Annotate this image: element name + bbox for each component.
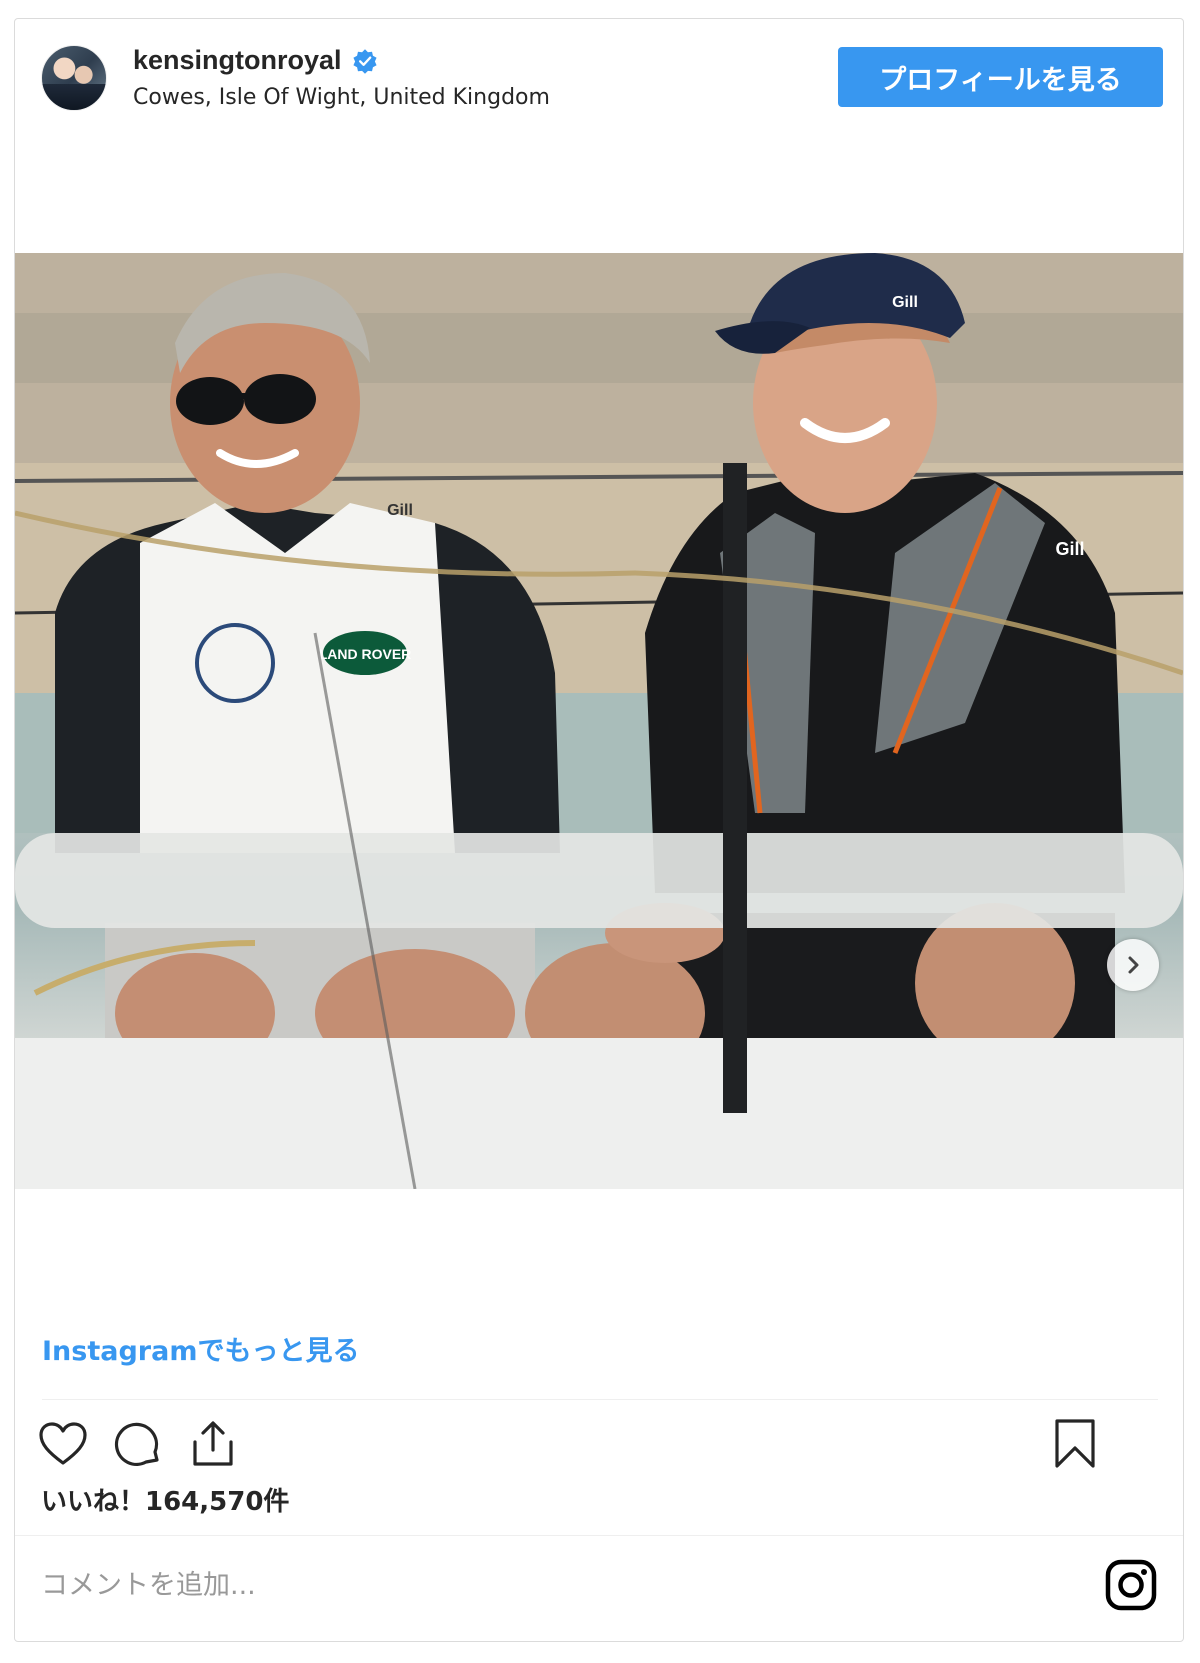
chevron-right-icon <box>1128 956 1139 974</box>
verified-badge-icon <box>352 48 377 74</box>
username-row: kensingtonroyal <box>133 45 378 76</box>
instagram-embed-card: kensingtonroyal Cowes, Isle Of Wight, Un… <box>14 18 1184 1642</box>
action-bar <box>35 1416 1165 1476</box>
view-more-on-instagram-link[interactable]: Instagramでもっと見る <box>42 1329 359 1368</box>
comment-input[interactable] <box>39 1559 1023 1611</box>
next-photo-button[interactable] <box>1107 939 1159 991</box>
instagram-logo-icon[interactable] <box>1105 1559 1157 1611</box>
jacket-gill-logo-text: Gill <box>1055 539 1084 559</box>
share-icon <box>193 1421 233 1466</box>
divider <box>15 1535 1183 1536</box>
divider <box>42 1399 1158 1400</box>
save-button[interactable] <box>1047 1416 1103 1472</box>
view-profile-button[interactable]: プロフィールを見る <box>838 47 1163 107</box>
vest-gill-logo-text: Gill <box>387 502 413 519</box>
post-header: kensingtonroyal Cowes, Isle Of Wight, Un… <box>15 19 1183 139</box>
post-photo[interactable]: LAND ROVER Gill Gill Gill <box>15 253 1183 1189</box>
like-button[interactable] <box>35 1416 91 1472</box>
share-button[interactable] <box>185 1416 241 1472</box>
location-label[interactable]: Cowes, Isle Of Wight, United Kingdom <box>133 85 550 110</box>
comment-bubble-icon <box>114 1422 159 1466</box>
cap-gill-logo-text: Gill <box>892 294 918 311</box>
comment-button[interactable] <box>110 1416 166 1472</box>
sailing-photo-illustration: LAND ROVER Gill Gill Gill <box>15 253 1183 1189</box>
heart-icon <box>39 1422 87 1465</box>
bookmark-icon <box>1055 1419 1095 1468</box>
username[interactable]: kensingtonroyal <box>133 45 342 76</box>
land-rover-logo-text: LAND ROVER <box>319 646 412 662</box>
likes-count[interactable]: いいね！164,570件 <box>41 1481 289 1518</box>
avatar[interactable] <box>41 45 107 111</box>
